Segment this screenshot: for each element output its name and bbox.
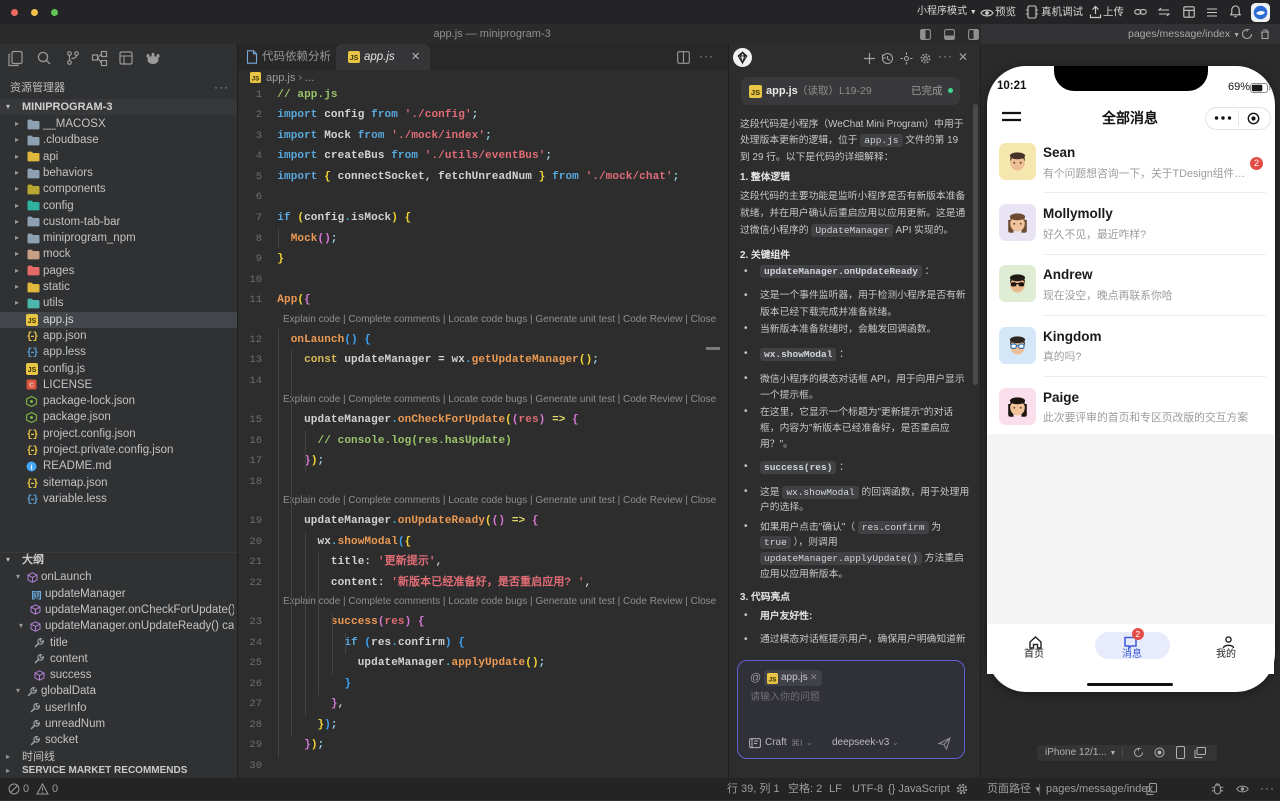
svg-text:JS: JS (751, 88, 760, 97)
svg-text:JS: JS (350, 55, 359, 62)
svg-text:JS: JS (769, 676, 777, 683)
svg-text:{-}: {-} (27, 347, 39, 358)
svg-text:JS: JS (28, 367, 37, 374)
svg-text:i: i (30, 462, 32, 471)
svg-text:JS: JS (28, 318, 37, 325)
svg-text:{-}: {-} (27, 478, 39, 489)
svg-text:{-}: {-} (27, 445, 39, 456)
svg-text:[@]: [@] (31, 591, 43, 601)
svg-text:JS: JS (252, 75, 260, 82)
svg-text:{-}: {-} (27, 331, 39, 342)
svg-text:©: © (29, 382, 35, 390)
svg-text:{-}: {-} (27, 494, 39, 505)
svg-text:{-}: {-} (27, 429, 39, 440)
